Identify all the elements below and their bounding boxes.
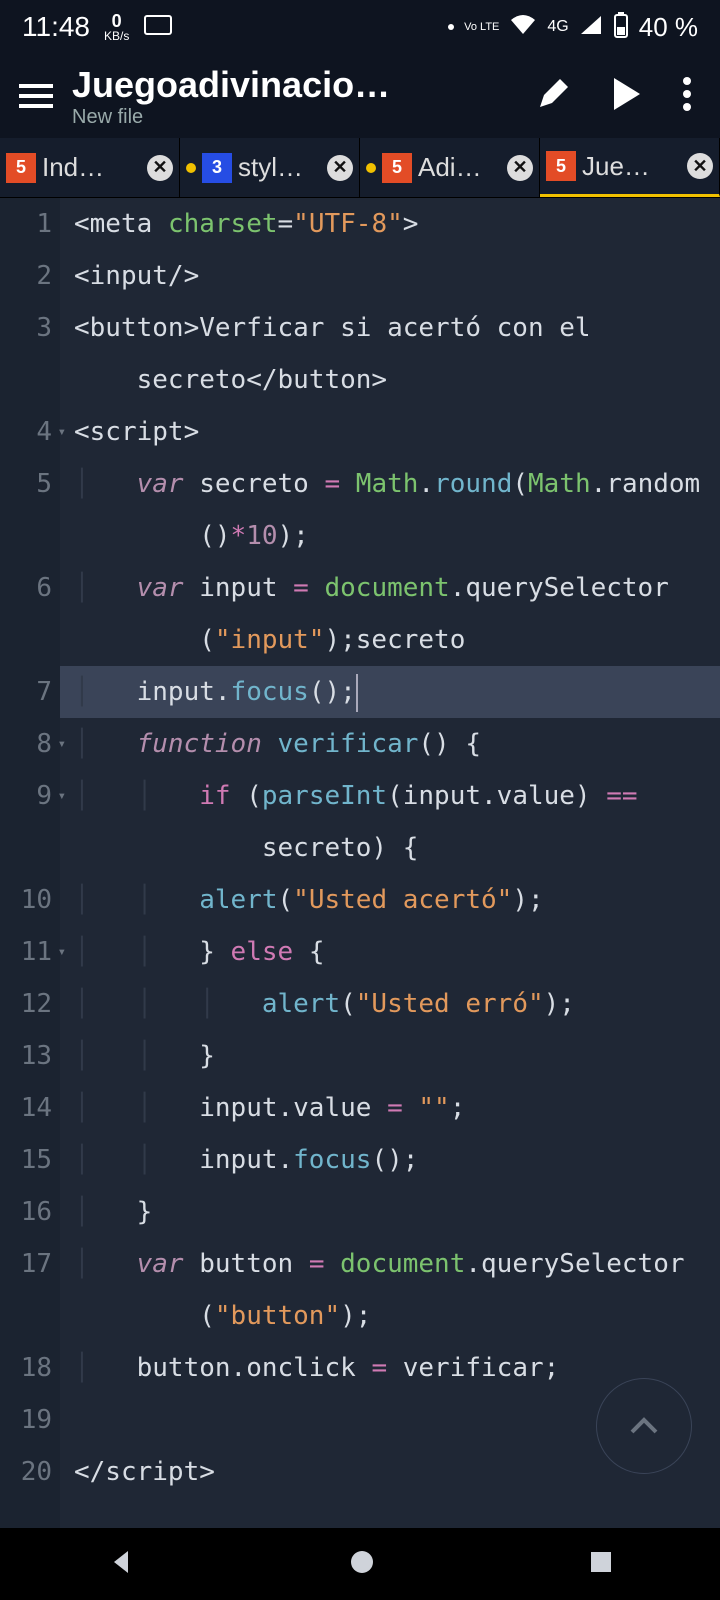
- html-badge-icon: 5: [6, 153, 36, 183]
- html-badge-icon: 5: [546, 151, 576, 181]
- title-block[interactable]: Juegoadivinacio… New file: [72, 64, 536, 129]
- tab-label: Adi…: [418, 152, 501, 183]
- tab-label: styl…: [238, 152, 321, 183]
- code-line[interactable]: │ │ }: [60, 1030, 720, 1082]
- line-number: 5: [0, 458, 52, 562]
- network-label: 4G: [547, 18, 568, 36]
- code-line[interactable]: │ input.focus();: [60, 666, 720, 718]
- line-number: 18: [0, 1342, 52, 1394]
- line-number: 12: [0, 978, 52, 1030]
- line-number: 16: [0, 1186, 52, 1238]
- edit-icon[interactable]: [536, 77, 570, 115]
- code-line[interactable]: │ var input = document.querySelector ("i…: [60, 562, 720, 666]
- close-icon[interactable]: ✕: [507, 155, 533, 181]
- data-speed: 0 KB/s: [104, 12, 129, 42]
- modified-dot-icon: [186, 163, 196, 173]
- battery-icon: [613, 12, 629, 43]
- html-badge-icon: 5: [382, 153, 412, 183]
- status-right: Vo LTE 4G 40 %: [448, 12, 698, 43]
- code-line[interactable]: <meta charset="UTF-8">: [60, 198, 720, 250]
- tab-label: Jue…: [582, 151, 681, 182]
- wifi-icon: [509, 14, 537, 41]
- close-icon[interactable]: ✕: [327, 155, 353, 181]
- line-number: 11: [0, 926, 52, 978]
- code-line[interactable]: │ var secreto = Math.round(Math.random (…: [60, 458, 720, 562]
- close-icon[interactable]: ✕: [687, 153, 713, 179]
- volte-icon: Vo LTE: [464, 22, 499, 33]
- tab-label: Ind…: [42, 152, 141, 183]
- code-line[interactable]: │ │ } else {: [60, 926, 720, 978]
- line-number: 10: [0, 874, 52, 926]
- code-line[interactable]: │ function verificar() {: [60, 718, 720, 770]
- line-number: 20: [0, 1446, 52, 1498]
- line-number: 4: [0, 406, 52, 458]
- line-number: 8: [0, 718, 52, 770]
- line-number: 3: [0, 302, 52, 406]
- code-area[interactable]: <meta charset="UTF-8"><input/><button>Ve…: [60, 198, 720, 1528]
- clock: 11:48: [22, 11, 90, 43]
- code-line[interactable]: │ var button = document.querySelector ("…: [60, 1238, 720, 1342]
- android-navbar: [0, 1528, 720, 1600]
- code-line[interactable]: <input/>: [60, 250, 720, 302]
- nav-back-icon[interactable]: [106, 1547, 136, 1581]
- line-number: 15: [0, 1134, 52, 1186]
- app-toolbar: Juegoadivinacio… New file: [0, 54, 720, 138]
- line-number: 14: [0, 1082, 52, 1134]
- code-line[interactable]: │ }: [60, 1186, 720, 1238]
- line-number: 17: [0, 1238, 52, 1342]
- cast-icon: [143, 14, 173, 41]
- code-line[interactable]: │ │ │ alert("Usted erró");: [60, 978, 720, 1030]
- dot-icon: [448, 24, 454, 30]
- nav-home-icon[interactable]: [349, 1549, 375, 1579]
- line-number: 7: [0, 666, 52, 718]
- status-left: 11:48 0 KB/s: [22, 11, 173, 43]
- signal-icon: [579, 14, 603, 41]
- status-bar: 11:48 0 KB/s Vo LTE 4G 40 %: [0, 0, 720, 54]
- nav-recent-icon[interactable]: [588, 1549, 614, 1579]
- code-line[interactable]: │ │ if (parseInt(input.value) == secreto…: [60, 770, 720, 874]
- line-number: 2: [0, 250, 52, 302]
- line-number: 1: [0, 198, 52, 250]
- tab-Adi[interactable]: 5Adi…✕: [360, 138, 540, 197]
- line-number: 6: [0, 562, 52, 666]
- modified-dot-icon: [366, 163, 376, 173]
- line-number: 9: [0, 770, 52, 874]
- battery-percent: 40 %: [639, 12, 698, 43]
- css-badge-icon: 3: [202, 153, 232, 183]
- run-icon[interactable]: [610, 76, 642, 116]
- code-editor[interactable]: 1234567891011121314151617181920 <meta ch…: [0, 198, 720, 1528]
- line-gutter: 1234567891011121314151617181920: [0, 198, 60, 1528]
- code-line[interactable]: │ │ alert("Usted acertó");: [60, 874, 720, 926]
- more-icon[interactable]: [682, 76, 692, 116]
- line-number: 13: [0, 1030, 52, 1082]
- tab-Jue[interactable]: 5Jue…✕: [540, 138, 720, 197]
- line-number: 19: [0, 1394, 52, 1446]
- code-line[interactable]: <button>Verficar si acertó con el secret…: [60, 302, 720, 406]
- tab-styl[interactable]: 3styl…✕: [180, 138, 360, 197]
- code-line[interactable]: <script>: [60, 406, 720, 458]
- close-icon[interactable]: ✕: [147, 155, 173, 181]
- scroll-top-button[interactable]: [596, 1378, 692, 1474]
- tab-Ind[interactable]: 5Ind…✕: [0, 138, 180, 197]
- menu-button[interactable]: [8, 84, 64, 108]
- tab-strip: 5Ind…✕3styl…✕5Adi…✕5Jue…✕: [0, 138, 720, 198]
- file-title: Juegoadivinacio…: [72, 64, 536, 106]
- code-line[interactable]: │ │ input.value = "";: [60, 1082, 720, 1134]
- file-subtitle: New file: [72, 106, 536, 129]
- code-line[interactable]: │ │ input.focus();: [60, 1134, 720, 1186]
